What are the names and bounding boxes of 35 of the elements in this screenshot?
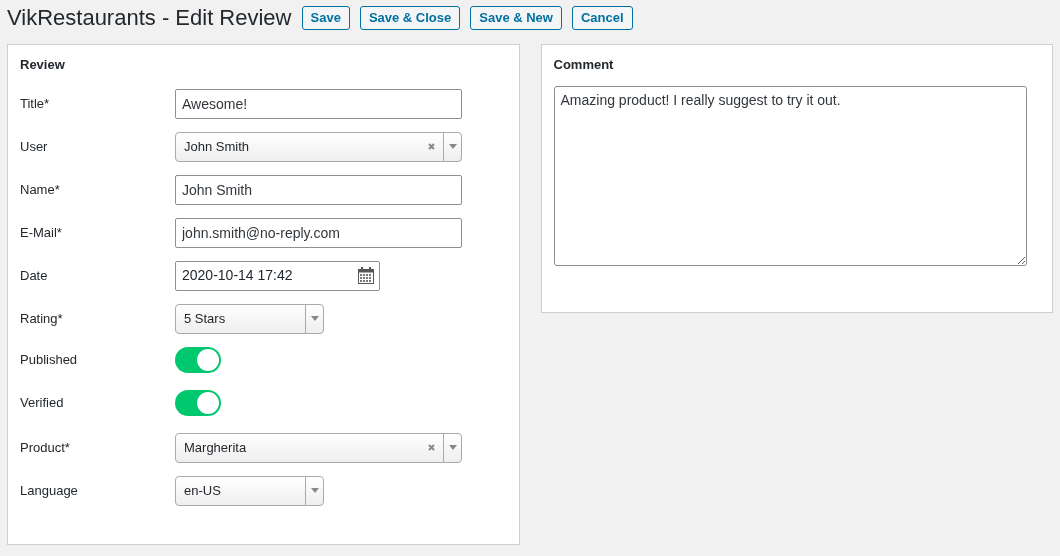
- field-label: Rating*: [20, 310, 64, 329]
- text-field[interactable]: John Smith: [175, 174, 462, 205]
- field-label: Language: [20, 482, 79, 501]
- caret-icon: [448, 445, 457, 451]
- panel-heading: Review: [20, 56, 66, 75]
- date-field[interactable]: 2020-10-14 17:42: [175, 260, 380, 291]
- caret-icon: [448, 144, 457, 150]
- toolbar-button[interactable]: Save & New: [470, 6, 562, 31]
- calendar-icon: [358, 267, 374, 285]
- clear-icon[interactable]: [428, 143, 435, 151]
- caret-icon: [310, 316, 319, 322]
- select-field[interactable]: John Smith: [175, 131, 462, 162]
- panel-heading: Comment: [553, 56, 615, 75]
- toolbar-button[interactable]: Cancel: [571, 6, 633, 31]
- field-label: E-Mail*: [20, 224, 63, 243]
- toolbar-button[interactable]: Save: [301, 6, 350, 31]
- text-field[interactable]: john.smith@no-reply.com: [175, 217, 462, 248]
- toolbar-button[interactable]: Save & Close: [359, 6, 461, 31]
- comment-field[interactable]: Amazing product! I really suggest to try it out.: [553, 85, 1027, 266]
- select-field[interactable]: Margherita: [175, 432, 462, 463]
- select-field[interactable]: 5 Stars: [175, 303, 324, 334]
- toggle-switch[interactable]: [175, 346, 221, 373]
- field-label: Date: [20, 267, 49, 286]
- field-label: Product*: [20, 439, 71, 458]
- field-label: User: [20, 138, 49, 157]
- field-label: Title*: [20, 95, 51, 114]
- select-field[interactable]: en-US: [175, 475, 324, 506]
- field-label: Name*: [20, 181, 61, 200]
- toggle-switch[interactable]: [175, 389, 221, 416]
- page-title: VikRestaurants - Edit Review: [7, 5, 292, 32]
- field-label: Verified: [20, 394, 65, 413]
- clear-icon[interactable]: [428, 444, 435, 452]
- caret-icon: [310, 488, 319, 494]
- field-label: Published: [20, 351, 79, 370]
- text-field[interactable]: Awesome!: [175, 88, 462, 119]
